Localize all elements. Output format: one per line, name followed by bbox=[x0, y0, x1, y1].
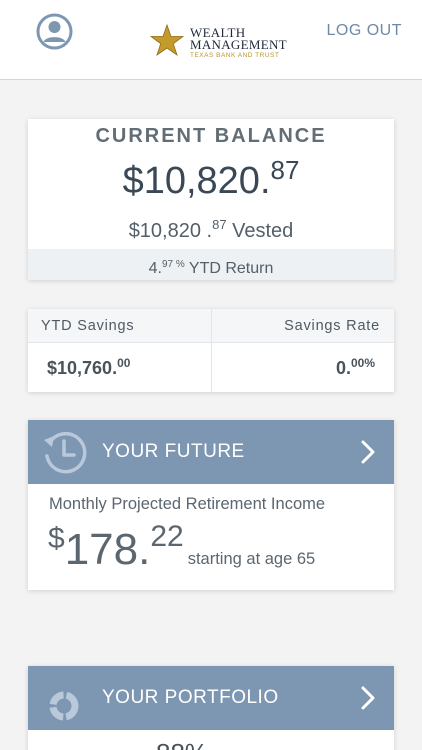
ytd-savings-cents: 00 bbox=[117, 356, 131, 370]
star-icon bbox=[150, 24, 184, 57]
savings-divider bbox=[211, 309, 212, 392]
portfolio-percentage: 88% bbox=[156, 738, 208, 750]
projected-income-cents: 22 bbox=[150, 520, 184, 553]
logout-button[interactable]: LOG OUT bbox=[326, 22, 402, 40]
balance-amount: $10,820.87 bbox=[28, 155, 394, 203]
logo-line-bank: TEXAS BANK AND TRUST bbox=[190, 52, 280, 59]
savings-rate-value: 0.00% bbox=[336, 356, 375, 379]
your-future-title: YOUR FUTURE bbox=[102, 441, 245, 462]
your-portfolio-card: YOUR PORTFOLIO 88% bbox=[28, 666, 394, 750]
logo-line-management: MANAGEMENT bbox=[190, 37, 287, 52]
balance-amount-main: $10,820. bbox=[122, 160, 271, 202]
vested-balance: $10,820 .87 Vested bbox=[28, 217, 394, 243]
vested-amount-cents: 87 bbox=[212, 217, 227, 232]
balance-title: CURRENT BALANCE bbox=[95, 125, 327, 147]
projected-income-amount: $178.22starting at age 65 bbox=[48, 520, 315, 575]
your-portfolio-header[interactable]: YOUR PORTFOLIO bbox=[28, 666, 394, 730]
your-future-card: YOUR FUTURE Monthly Projected Retirement… bbox=[28, 420, 394, 590]
your-future-header[interactable]: YOUR FUTURE bbox=[28, 420, 394, 484]
ytd-return-label: YTD Return bbox=[184, 260, 274, 277]
savings-rate-fraction: 00% bbox=[350, 356, 375, 370]
savings-rate-main: 0. bbox=[335, 358, 351, 378]
vested-amount-main: $10,820 . bbox=[128, 220, 213, 242]
ytd-return-fraction: 97 % bbox=[161, 259, 185, 270]
projected-income-label: Monthly Projected Retirement Income bbox=[49, 495, 326, 513]
your-portfolio-title: YOUR PORTFOLIO bbox=[102, 687, 279, 708]
balance-amount-cents: 87 bbox=[270, 155, 300, 185]
chevron-right-icon bbox=[361, 686, 375, 710]
ytd-savings-value: $10,760.00 bbox=[47, 356, 130, 379]
ytd-return-strip: 4.97 % YTD Return bbox=[28, 249, 394, 280]
chevron-right-icon bbox=[361, 440, 375, 464]
projected-income-main: 178. bbox=[64, 525, 151, 574]
ytd-savings-main: $10,760. bbox=[47, 358, 118, 378]
savings-rate-label: Savings Rate bbox=[284, 318, 380, 334]
user-circle-icon[interactable] bbox=[36, 13, 73, 50]
ytd-return-whole: 4. bbox=[148, 260, 162, 277]
projected-income-currency: $ bbox=[48, 522, 65, 555]
current-balance-card: CURRENT BALANCE $10,820.87 $10,820 .87 V… bbox=[28, 119, 394, 280]
brand-logo: WEALTH MANAGEMENT TEXAS BANK AND TRUST bbox=[150, 22, 290, 64]
ytd-savings-label: YTD Savings bbox=[41, 318, 135, 334]
history-clock-icon bbox=[44, 431, 87, 474]
vested-label: Vested bbox=[226, 220, 294, 242]
pie-chart-icon bbox=[49, 691, 79, 721]
retirement-age-text: starting at age 65 bbox=[187, 550, 316, 568]
savings-card: YTD Savings Savings Rate $10,760.00 0.00… bbox=[28, 309, 394, 392]
app-header: WEALTH MANAGEMENT TEXAS BANK AND TRUST L… bbox=[0, 0, 422, 80]
